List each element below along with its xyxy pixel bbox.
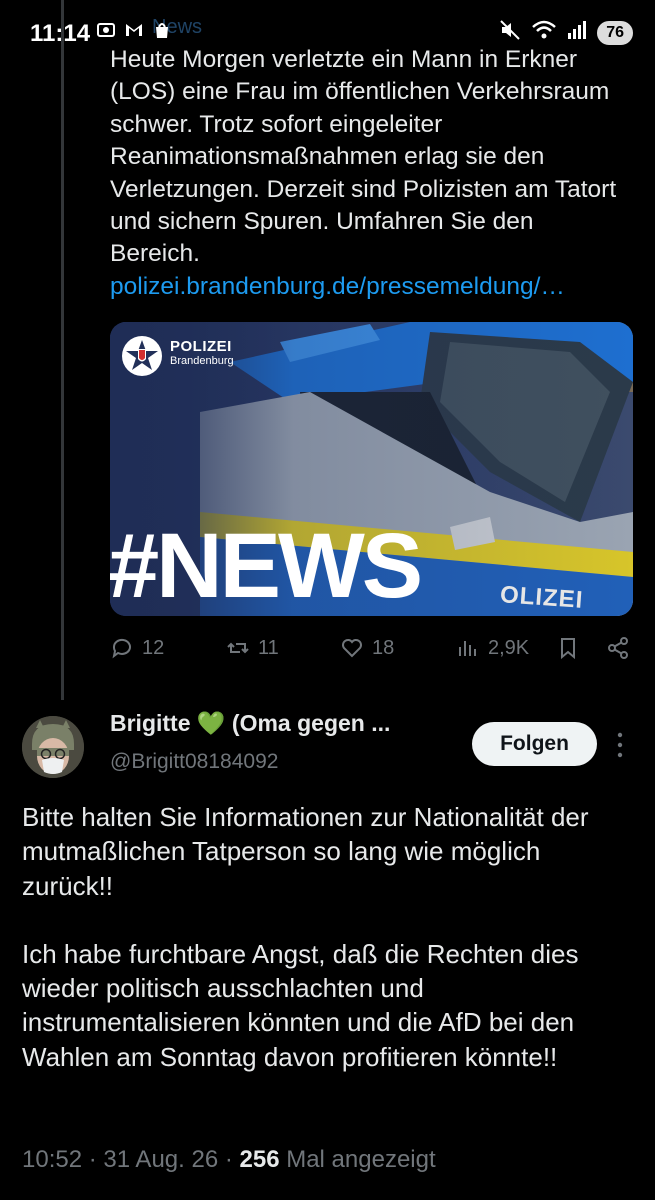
- bag-icon: [152, 20, 172, 40]
- heart-icon: [342, 639, 362, 658]
- reply-body: Bitte halten Sie Informationen zur Natio…: [22, 800, 632, 1074]
- tweet-text: Heute Morgen verletzte ein Mann in Erkne…: [110, 46, 617, 268]
- status-right: 76: [499, 19, 633, 46]
- reply-paragraph-2: Ich habe furchtbare Angst, daß die Recht…: [22, 938, 579, 1072]
- tweet-actions: 12 11 18 2,9K: [108, 636, 636, 666]
- reply-icon: [112, 638, 131, 659]
- views-icon: [459, 641, 476, 656]
- like-button[interactable]: 18: [340, 636, 394, 660]
- bookmark-button[interactable]: [556, 636, 580, 660]
- brand-line1: POLIZEI: [170, 338, 232, 355]
- police-brand: POLIZEI Brandenburg: [170, 338, 234, 367]
- reply-handle[interactable]: @Brigitt08184092: [110, 750, 278, 774]
- reply-paragraph-1: Bitte halten Sie Informationen zur Natio…: [22, 802, 589, 901]
- reply-button[interactable]: 12: [110, 636, 164, 660]
- battery-indicator: 76: [597, 20, 633, 45]
- police-star-logo: [122, 336, 162, 376]
- tweet-body: Heute Morgen verletzte ein Mann in Erkne…: [110, 44, 630, 303]
- avatar[interactable]: [22, 716, 84, 778]
- reply-display-name[interactable]: Brigitte 💚 (Oma gegen ...: [110, 710, 390, 737]
- mail-icon: [124, 20, 144, 40]
- tweet-media-card[interactable]: POLIZEI Brandenburg #NEWS OLIZEI: [110, 322, 633, 616]
- reply-count: 12: [142, 636, 165, 659]
- meta-date[interactable]: 31 Aug. 26: [103, 1146, 218, 1173]
- bookmark-icon: [561, 638, 575, 660]
- more-options-icon[interactable]: [612, 730, 628, 760]
- news-hashtag: #NEWS: [110, 515, 423, 616]
- thread-connector: [61, 0, 64, 700]
- meta-view-label: Mal angezeigt: [286, 1146, 436, 1173]
- screenshot-icon: [96, 20, 116, 40]
- brand-line2: Brandenburg: [170, 355, 234, 367]
- reply-name-text: Brigitte: [110, 710, 191, 736]
- like-count: 18: [372, 636, 395, 659]
- reply-name-suffix: (Oma gegen ...: [231, 710, 391, 736]
- follow-button[interactable]: Folgen: [472, 722, 597, 766]
- notification-icons: [96, 20, 172, 40]
- signal-icon: [567, 19, 587, 46]
- meta-time[interactable]: 10:52: [22, 1146, 82, 1173]
- car-lettering: OLIZEI: [499, 581, 585, 614]
- meta-view-count: 256: [239, 1146, 280, 1173]
- mute-icon: [499, 19, 521, 46]
- views-button[interactable]: 2,9K: [456, 636, 529, 660]
- retweet-count: 11: [258, 636, 279, 659]
- share-icon: [608, 637, 628, 659]
- share-button[interactable]: [606, 636, 630, 660]
- reply-meta: 10:52 · 31 Aug. 26 · 256 Mal angezeigt: [22, 1146, 436, 1173]
- tweet-link[interactable]: polizei.brandenburg.de/pressemeldung/…: [110, 273, 565, 300]
- green-heart-icon: 💚: [196, 710, 226, 736]
- views-count: 2,9K: [488, 636, 530, 659]
- retweet-icon: [227, 642, 249, 654]
- wifi-icon: [531, 19, 557, 46]
- retweet-button[interactable]: 11: [226, 636, 279, 660]
